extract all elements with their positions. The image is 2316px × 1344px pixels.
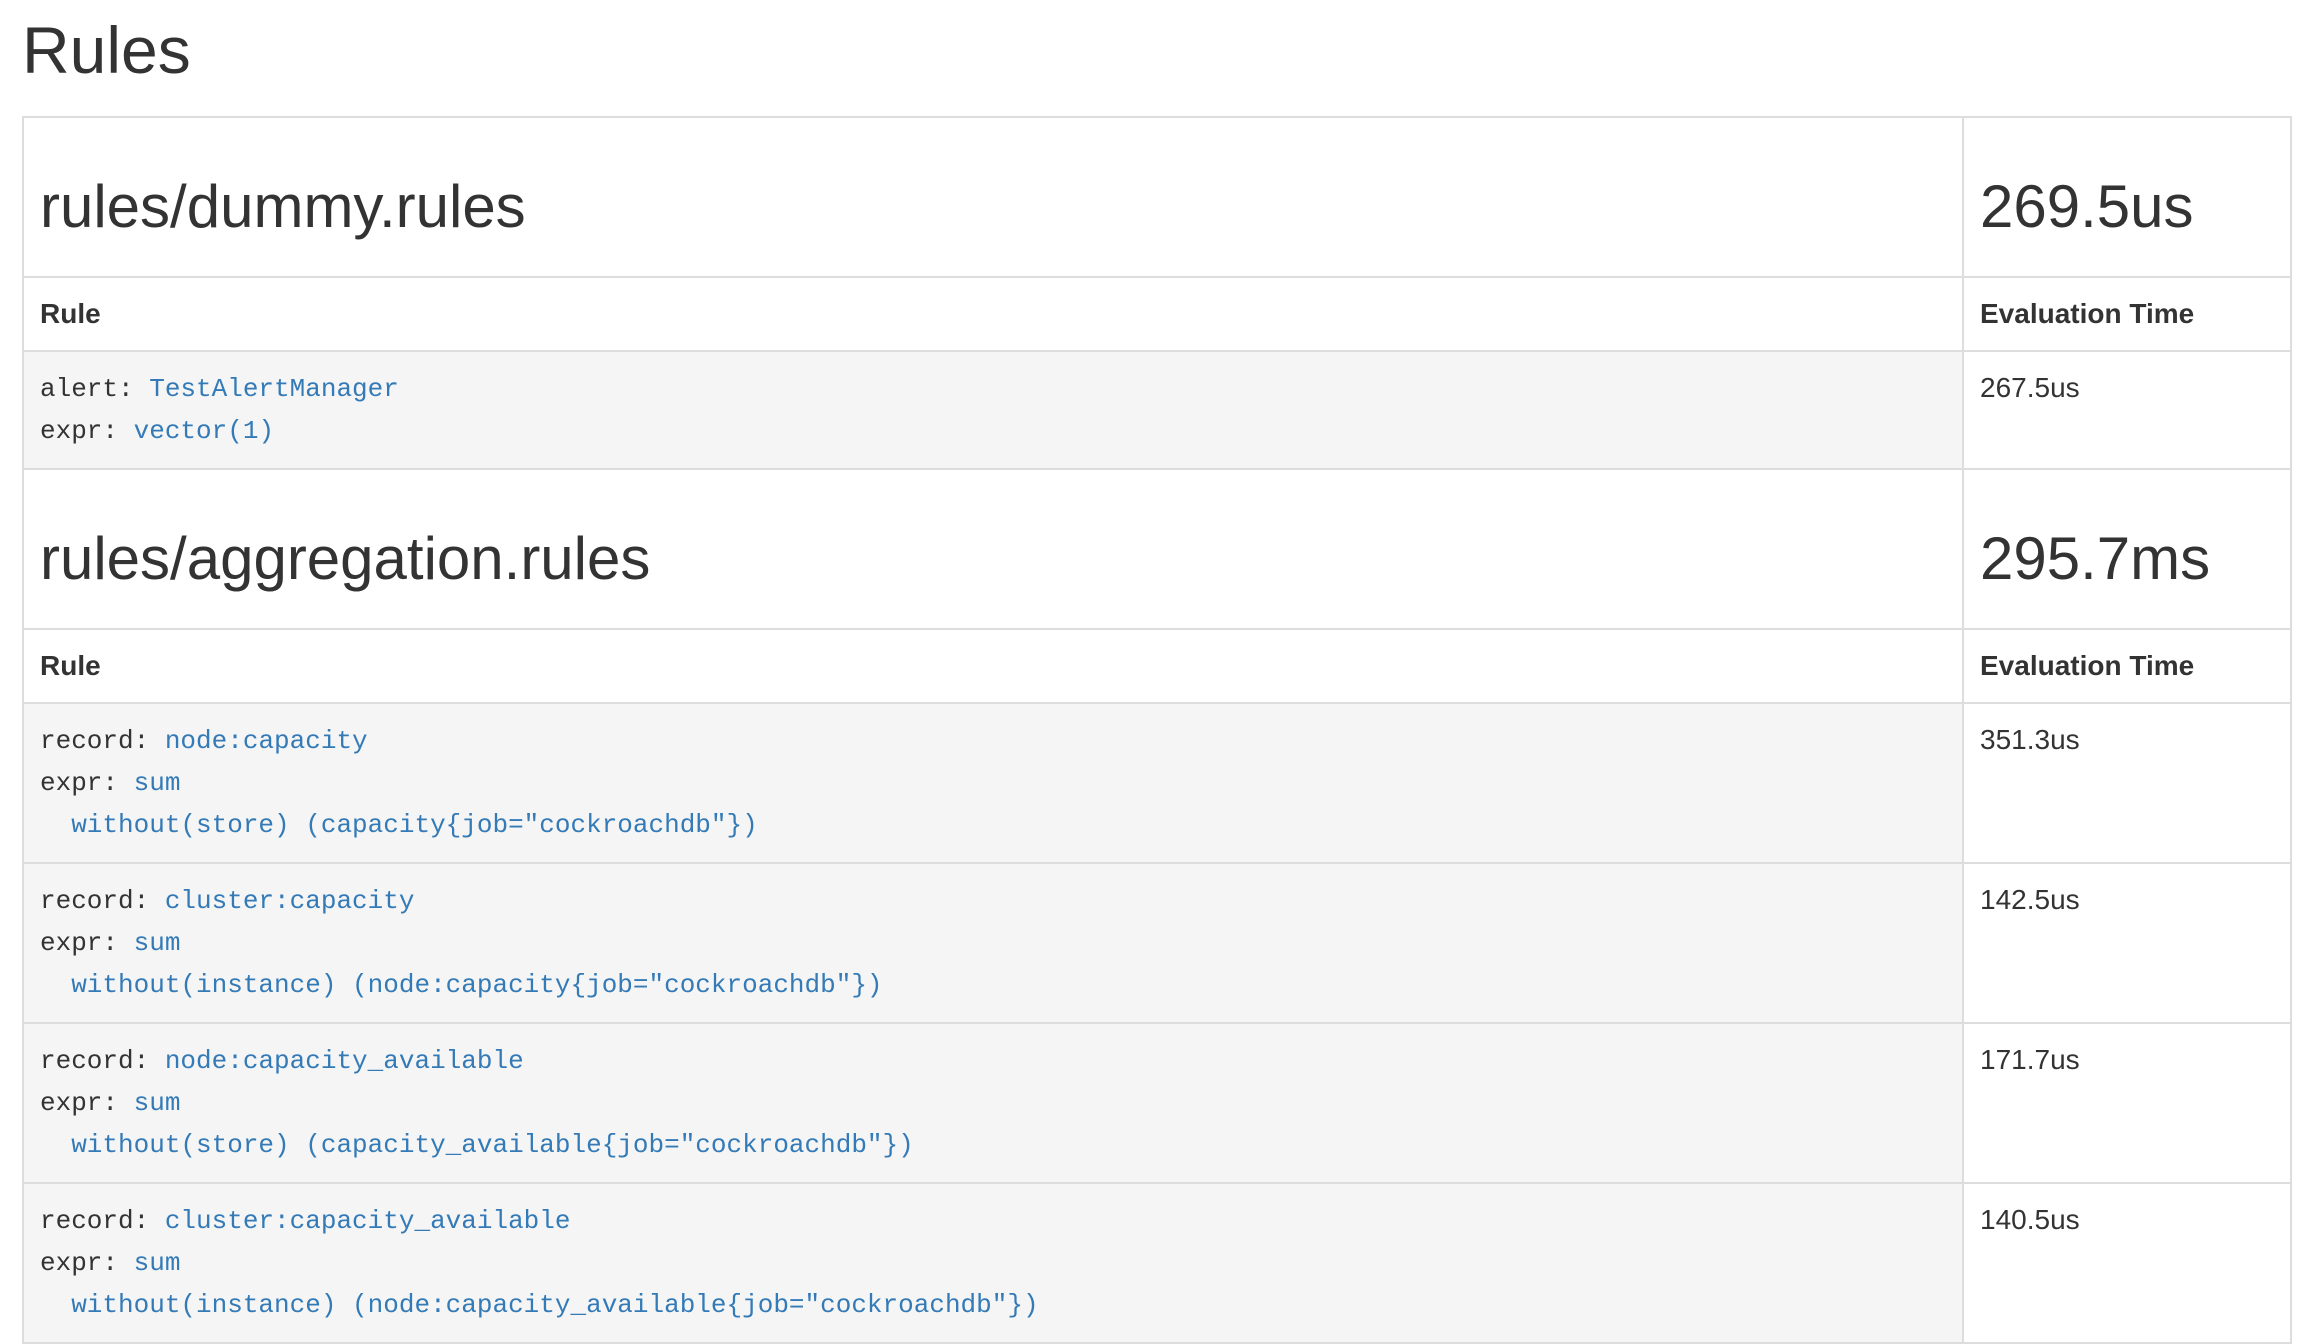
evaluation-time-column-header: Evaluation Time	[1963, 629, 2291, 703]
rules-table: rules/dummy.rules 269.5us Rule Evaluatio…	[22, 116, 2292, 1344]
rule-definition-cell: record: cluster:capacity expr: sum witho…	[23, 863, 1963, 1023]
rule-group-time-cell: 295.7ms	[1963, 469, 2291, 629]
rule-expression-link[interactable]: sum	[134, 1248, 181, 1278]
rule-evaluation-time: 140.5us	[1963, 1183, 2291, 1343]
expr-keyword: expr:	[40, 928, 134, 958]
rule-row: record: node:capacity_available expr: su…	[23, 1023, 2291, 1183]
rule-expression-link[interactable]: sum	[134, 928, 181, 958]
rule-definition-cell: record: cluster:capacity_available expr:…	[23, 1183, 1963, 1343]
rule-column-header: Rule	[23, 277, 1963, 351]
column-header-row: Rule Evaluation Time	[23, 629, 2291, 703]
expr-keyword: expr:	[40, 1248, 134, 1278]
rule-evaluation-time: 171.7us	[1963, 1023, 2291, 1183]
rule-group-name-cell: rules/aggregation.rules	[23, 469, 1963, 629]
page-title: Rules	[22, 14, 2292, 86]
rule-code-line: without(store) (capacity_available{job="…	[40, 1124, 1946, 1166]
rule-group-title: rules/dummy.rules	[40, 174, 1946, 240]
rule-code-line: without(store) (capacity{job="cockroachd…	[40, 804, 1946, 846]
rule-code-line: expr: vector(1)	[40, 410, 1946, 452]
rule-code-line: record: cluster:capacity	[40, 880, 1946, 922]
rule-group-title: rules/aggregation.rules	[40, 526, 1946, 592]
rule-row: record: node:capacity expr: sum without(…	[23, 703, 2291, 863]
alert-keyword: alert:	[40, 374, 149, 404]
rule-code-line: without(instance) (node:capacity{job="co…	[40, 964, 1946, 1006]
rule-expression-link[interactable]: sum	[134, 1088, 181, 1118]
expr-keyword: expr:	[40, 768, 134, 798]
rule-expression-link[interactable]: sum	[134, 768, 181, 798]
rule-code-line: record: cluster:capacity_available	[40, 1200, 1946, 1242]
rule-definition-cell: alert: TestAlertManager expr: vector(1)	[23, 351, 1963, 469]
record-keyword: record:	[40, 1206, 165, 1236]
rule-group-time-cell: 269.5us	[1963, 117, 2291, 277]
record-name-link[interactable]: cluster:capacity_available	[165, 1206, 571, 1236]
rule-expression-link[interactable]: without(store) (capacity_available{job="…	[40, 1130, 914, 1160]
record-name-link[interactable]: cluster:capacity	[165, 886, 415, 916]
rule-code-line: record: node:capacity_available	[40, 1040, 1946, 1082]
rule-column-header: Rule	[23, 629, 1963, 703]
rule-expression-link[interactable]: without(store) (capacity{job="cockroachd…	[40, 810, 758, 840]
rule-group-header-row: rules/aggregation.rules 295.7ms	[23, 469, 2291, 629]
rule-definition-cell: record: node:capacity_available expr: su…	[23, 1023, 1963, 1183]
rule-row: record: cluster:capacity expr: sum witho…	[23, 863, 2291, 1023]
expr-keyword: expr:	[40, 1088, 134, 1118]
record-keyword: record:	[40, 1046, 165, 1076]
evaluation-time-column-header: Evaluation Time	[1963, 277, 2291, 351]
rule-evaluation-time: 267.5us	[1963, 351, 2291, 469]
rule-row: alert: TestAlertManager expr: vector(1) …	[23, 351, 2291, 469]
rule-expression-link[interactable]: without(instance) (node:capacity_availab…	[40, 1290, 1039, 1320]
record-name-link[interactable]: node:capacity	[165, 726, 368, 756]
record-keyword: record:	[40, 886, 165, 916]
rule-code-line: expr: sum	[40, 1082, 1946, 1124]
rule-definition-cell: record: node:capacity expr: sum without(…	[23, 703, 1963, 863]
column-header-row: Rule Evaluation Time	[23, 277, 2291, 351]
rule-code-line: expr: sum	[40, 1242, 1946, 1284]
rule-row: record: cluster:capacity_available expr:…	[23, 1183, 2291, 1343]
rule-code-line: expr: sum	[40, 762, 1946, 804]
rule-code-line: record: node:capacity	[40, 720, 1946, 762]
rule-group-name-cell: rules/dummy.rules	[23, 117, 1963, 277]
alert-name-link[interactable]: TestAlertManager	[149, 374, 399, 404]
rule-group-header-row: rules/dummy.rules 269.5us	[23, 117, 2291, 277]
record-name-link[interactable]: node:capacity_available	[165, 1046, 524, 1076]
rule-evaluation-time: 142.5us	[1963, 863, 2291, 1023]
rule-group-evaluation-time: 269.5us	[1980, 174, 2274, 240]
rule-group-evaluation-time: 295.7ms	[1980, 526, 2274, 592]
record-keyword: record:	[40, 726, 165, 756]
rule-expression-link[interactable]: vector(1)	[134, 416, 274, 446]
rule-code-line: alert: TestAlertManager	[40, 368, 1946, 410]
expr-keyword: expr:	[40, 416, 134, 446]
rule-evaluation-time: 351.3us	[1963, 703, 2291, 863]
rule-expression-link[interactable]: without(instance) (node:capacity{job="co…	[40, 970, 883, 1000]
rules-page: Rules rules/dummy.rules 269.5us Rule Eva…	[0, 0, 2316, 1344]
rule-code-line: without(instance) (node:capacity_availab…	[40, 1284, 1946, 1326]
rule-code-line: expr: sum	[40, 922, 1946, 964]
